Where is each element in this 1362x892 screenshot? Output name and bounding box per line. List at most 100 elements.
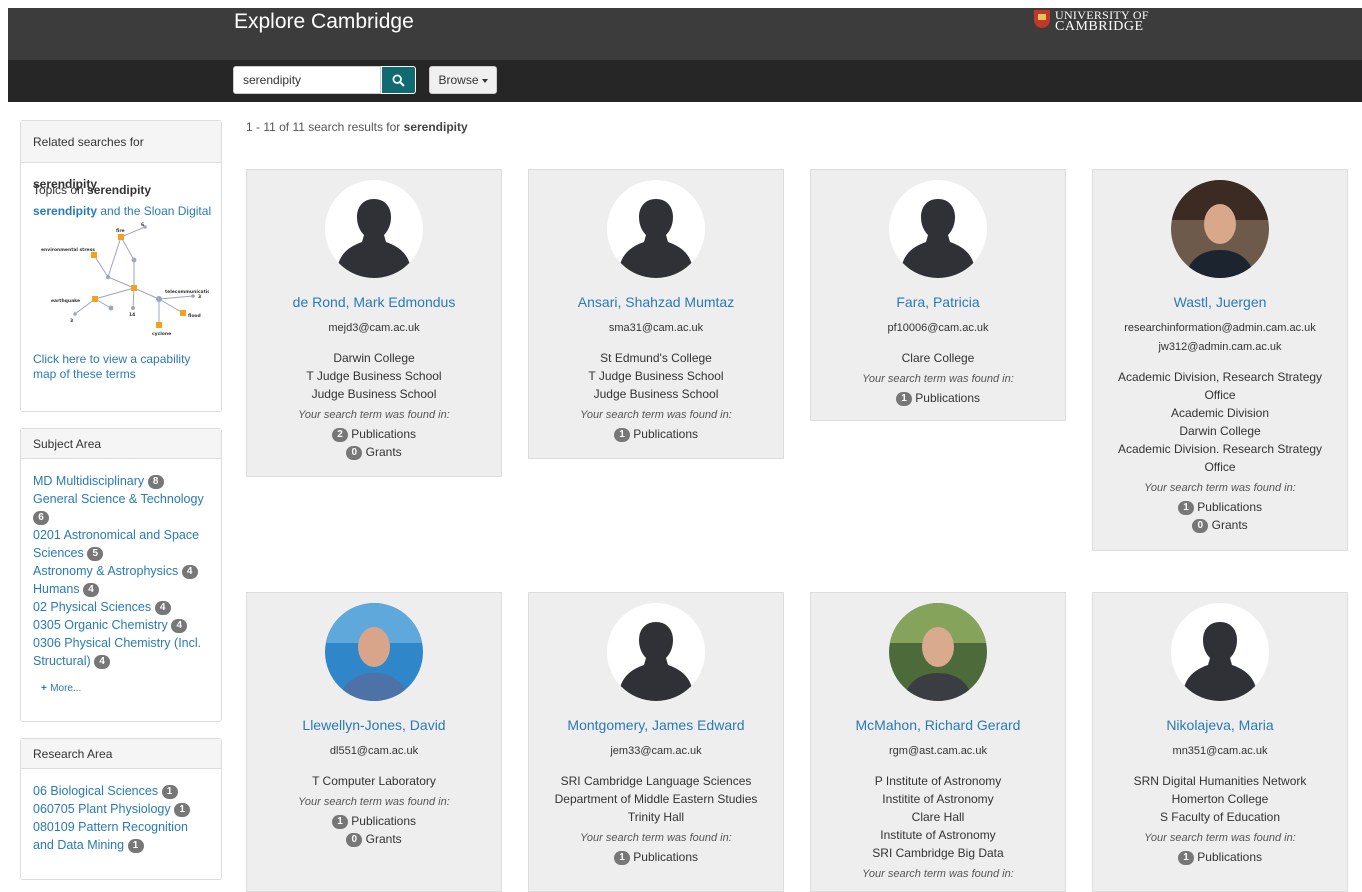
more-subjects-link[interactable]: + More...: [33, 680, 209, 694]
person-email: rgm@ast.cam.ac.uk: [889, 745, 987, 757]
match-count-row[interactable]: 0 Grants: [1093, 518, 1347, 533]
results-summary-prefix: 1 - 11 of 11 search results for: [246, 120, 401, 134]
match-count-row[interactable]: 0 Grants: [247, 445, 501, 460]
affiliation: St Edmund's College: [600, 351, 712, 365]
person-email: pf10006@cam.ac.uk: [887, 322, 989, 334]
map-label: 3: [70, 318, 73, 324]
match-count-row[interactable]: 1 Publications: [529, 427, 783, 442]
topic-link[interactable]: serendipity and the Sloan Digital: [33, 204, 211, 218]
person-card[interactable]: Fara, Patricia pf10006@cam.ac.uk Clare Col…: [810, 169, 1066, 421]
count-badge: 1: [613, 851, 630, 865]
search-found-label: Your search term was found in:: [298, 409, 450, 421]
affiliation: Academic Division: [1170, 406, 1270, 420]
facet-item[interactable]: 06 Biological Sciences 1: [33, 782, 209, 800]
facet-count: 4: [154, 601, 171, 615]
results-summary: 1 - 11 of 11 search results for serendip…: [246, 120, 468, 134]
person-card[interactable]: Montgomery, James Edward jem33@cam.ac.uk S…: [528, 592, 784, 892]
facet-item[interactable]: 02 Physical Sciences 4: [33, 598, 209, 616]
browse-button[interactable]: Browse: [429, 66, 497, 94]
person-card[interactable]: Ansari, Shahzad Mumtaz sma31@cam.ac.uk St …: [528, 169, 784, 459]
person-card[interactable]: Wastl, Juergen researchinformation@admin.…: [1092, 169, 1348, 551]
match-count-row[interactable]: 1 Publications: [529, 850, 783, 865]
facet-item[interactable]: 080109 Pattern Recognition and Data Mini…: [33, 818, 209, 854]
affiliation: Institute of Astronomy: [880, 828, 996, 842]
count-label: Publications: [1193, 850, 1263, 864]
person-name-link[interactable]: Llewellyn-Jones, David: [247, 717, 501, 733]
facet-item[interactable]: Astronomy & Astrophysics 4: [33, 562, 209, 580]
map-label: cyclone: [152, 331, 171, 337]
person-name-link[interactable]: Nikolajeva, Maria: [1093, 717, 1347, 733]
site-header: Explore Cambridge UNIVERSITY OF CAMBRIDG…: [8, 8, 1362, 60]
person-name-link[interactable]: de Rond, Mark Edmondus: [247, 294, 501, 310]
topics-prefix: Topics on: [33, 183, 84, 197]
person-email: mejd3@cam.ac.uk: [328, 322, 420, 334]
person-card[interactable]: de Rond, Mark Edmondus mejd3@cam.ac.uk Dar…: [246, 169, 502, 477]
facet-label: Humans: [33, 582, 80, 596]
capability-map-link[interactable]: Click here to view a capability map of t…: [33, 352, 209, 382]
map-label: telecommunications: [165, 289, 209, 295]
facet-item[interactable]: Humans 4: [33, 580, 209, 598]
avatar-placeholder-icon[interactable]: [325, 180, 423, 278]
search-found-label: Your search term was found in:: [580, 832, 732, 844]
map-label: 14: [129, 312, 135, 318]
affiliation: Homerton College: [1171, 792, 1269, 806]
facet-item[interactable]: General Science & Technology 6: [33, 490, 209, 526]
logo-line-2: CAMBRIDGE: [1055, 19, 1144, 34]
affiliation: SRN Digital Humanities Network: [1133, 774, 1307, 788]
person-name-link[interactable]: McMahon, Richard Gerard: [811, 717, 1065, 733]
affiliation: Clare Hall: [911, 810, 965, 824]
search-input[interactable]: [233, 66, 381, 94]
map-label: 6: [141, 222, 144, 228]
match-count-row[interactable]: 2 Publications: [247, 427, 501, 442]
match-count-row[interactable]: 1 Publications: [1093, 850, 1347, 865]
count-badge: 1: [1177, 501, 1194, 515]
avatar-placeholder-icon[interactable]: [607, 180, 705, 278]
capability-map-thumbnail[interactable]: environmental stress fire earthquake tel…: [33, 222, 209, 344]
match-count-row[interactable]: 1 Publications: [811, 391, 1065, 406]
affiliation: P Institute of Astronomy: [874, 774, 1002, 788]
profile-photo[interactable]: [1171, 180, 1269, 278]
search-icon: [392, 74, 405, 87]
match-count-row[interactable]: 0 Grants: [247, 832, 501, 847]
facet-item[interactable]: 0201 Astronomical and Space Sciences 5: [33, 526, 209, 562]
facet-item[interactable]: MD Multidisciplinary 8: [33, 472, 209, 490]
person-card[interactable]: Nikolajeva, Maria mn351@cam.ac.uk SRN Digi…: [1092, 592, 1348, 892]
facet-label: General Science & Technology: [33, 492, 204, 506]
search-bar: Browse: [8, 60, 1362, 102]
person-card[interactable]: McMahon, Richard Gerard rgm@ast.cam.ac.uk…: [810, 592, 1066, 892]
search-button[interactable]: [381, 66, 416, 94]
avatar-placeholder-icon[interactable]: [607, 603, 705, 701]
count-badge: 1: [613, 428, 630, 442]
results-summary-term: serendipity: [403, 120, 468, 134]
related-searches-header: Related searches for serendipity: [21, 121, 221, 191]
facet-item[interactable]: 0306 Physical Chemistry (Incl. Structura…: [33, 634, 209, 670]
match-count-row[interactable]: 1 Publications: [1093, 500, 1347, 515]
person-email: jw312@admin.cam.ac.uk: [1158, 341, 1282, 353]
search-found-label: Your search term was found in:: [580, 409, 732, 421]
facet-label: 02 Physical Sciences: [33, 600, 152, 614]
facet-label: MD Multidisciplinary: [33, 474, 145, 488]
person-name-link[interactable]: Wastl, Juergen: [1093, 294, 1347, 310]
site-title[interactable]: Explore Cambridge: [234, 10, 414, 34]
avatar-placeholder-icon[interactable]: [889, 180, 987, 278]
person-card[interactable]: Llewellyn-Jones, David dl551@cam.ac.uk T C…: [246, 592, 502, 892]
affiliation: Institite of Astronomy: [882, 792, 994, 806]
person-name-link[interactable]: Montgomery, James Edward: [529, 717, 783, 733]
count-label: Grants: [1208, 518, 1248, 532]
person-name-link[interactable]: Ansari, Shahzad Mumtaz: [529, 294, 783, 310]
count-badge: 0: [1192, 519, 1209, 533]
plus-icon: +: [41, 683, 47, 694]
person-email: jem33@cam.ac.uk: [610, 745, 702, 757]
count-label: Publications: [629, 850, 699, 864]
map-label: flood: [188, 313, 201, 319]
facet-item[interactable]: 0305 Organic Chemistry 4: [33, 616, 209, 634]
count-label: Grants: [362, 832, 402, 846]
subject-area-header: Subject Area: [21, 429, 221, 459]
person-email: mn351@cam.ac.uk: [1172, 745, 1268, 757]
profile-photo[interactable]: [325, 603, 423, 701]
facet-item[interactable]: 060705 Plant Physiology 1: [33, 800, 209, 818]
person-name-link[interactable]: Fara, Patricia: [811, 294, 1065, 310]
match-count-row[interactable]: 1 Publications: [247, 814, 501, 829]
profile-photo[interactable]: [889, 603, 987, 701]
avatar-placeholder-icon[interactable]: [1171, 603, 1269, 701]
